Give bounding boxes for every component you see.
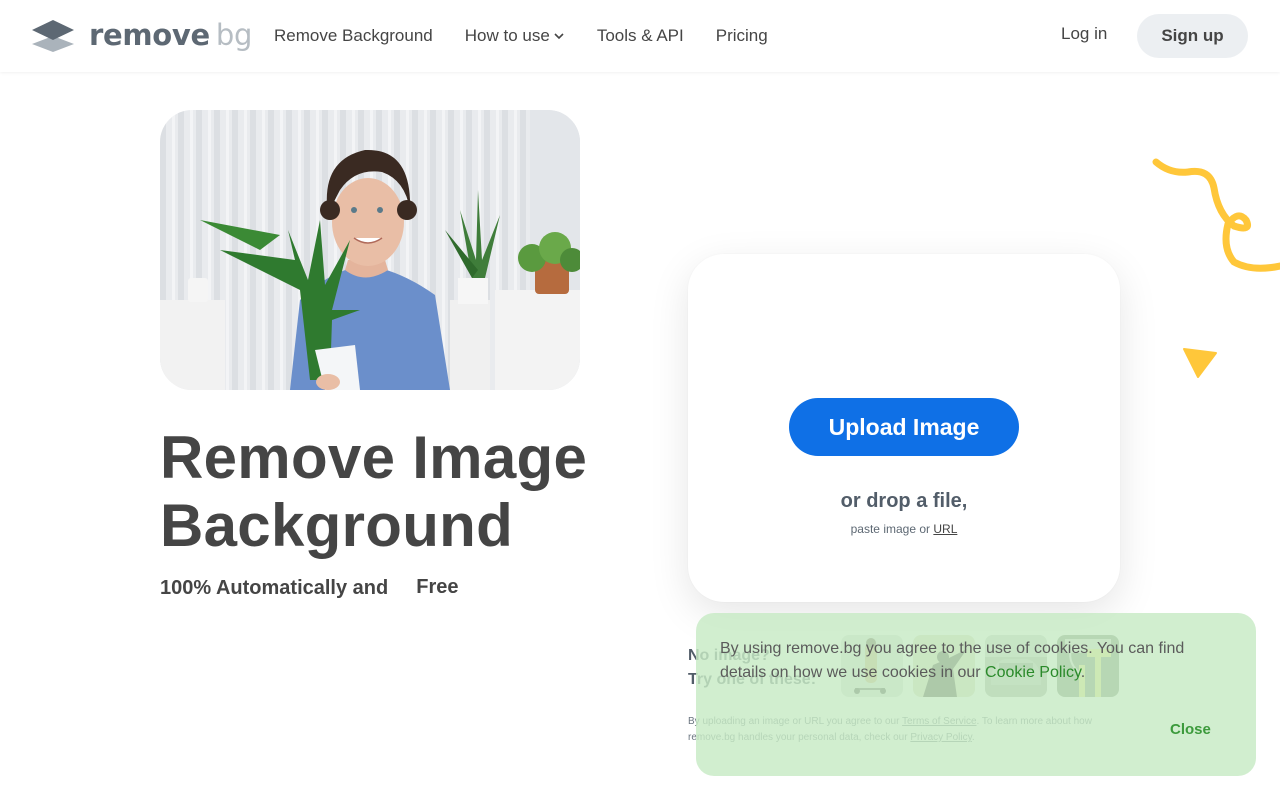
logo-primary: remove [89,18,210,52]
url-link[interactable]: URL [933,522,957,536]
logo-text: remove bg [89,18,252,52]
main-nav: Remove Background How to use Tools & API… [274,24,800,48]
cookie-policy-link[interactable]: Cookie Policy [985,664,1081,681]
nav-label: Remove Background [274,26,433,45]
upload-dropzone[interactable]: Upload Image or drop a file, paste image… [688,254,1120,602]
free-text: Free [416,576,459,598]
site-header: remove bg Remove Background How to use To… [0,0,1280,72]
triangle-decoration-icon [1183,348,1217,378]
cookie-close-button[interactable]: Close [1170,721,1211,738]
nav-label: Tools & API [596,26,684,45]
title-line-1: Remove Image [160,424,588,491]
paste-hint: paste image or URL [688,522,1120,536]
nav-remove-background[interactable]: Remove Background [274,24,433,48]
nav-label: Pricing [715,26,768,45]
cookie-suffix: . [1080,664,1086,681]
logo[interactable]: remove bg [31,18,252,52]
subtitle: 100% Automatically and Free [160,574,473,603]
cookie-banner: By using remove.bg you agree to the use … [696,613,1256,776]
paste-prefix: paste image or [850,522,931,536]
login-link[interactable]: Log in [1061,24,1107,44]
nav-tools-api[interactable]: Tools & API [597,24,684,48]
nav-pricing[interactable]: Pricing [716,24,768,48]
signup-button[interactable]: Sign up [1137,14,1248,58]
free-badge: Free [400,574,473,603]
cookie-text: By using remove.bg you agree to the use … [720,640,1185,681]
cookie-message: By using remove.bg you agree to the use … [720,637,1220,685]
nav-how-to-use[interactable]: How to use [465,24,565,48]
logo-secondary: bg [215,18,253,52]
nav-label: How to use [464,26,550,45]
layers-icon [32,20,74,52]
chevron-down-icon [554,33,564,40]
squiggle-decoration-icon [1152,158,1280,272]
page-title: Remove Image Background [160,424,587,560]
drop-file-text: or drop a file, [840,490,968,512]
upload-image-button[interactable]: Upload Image [789,398,1019,456]
title-line-2: Background [160,492,514,559]
subtitle-text: 100% Automatically and [160,577,389,599]
hero-image [160,110,580,390]
